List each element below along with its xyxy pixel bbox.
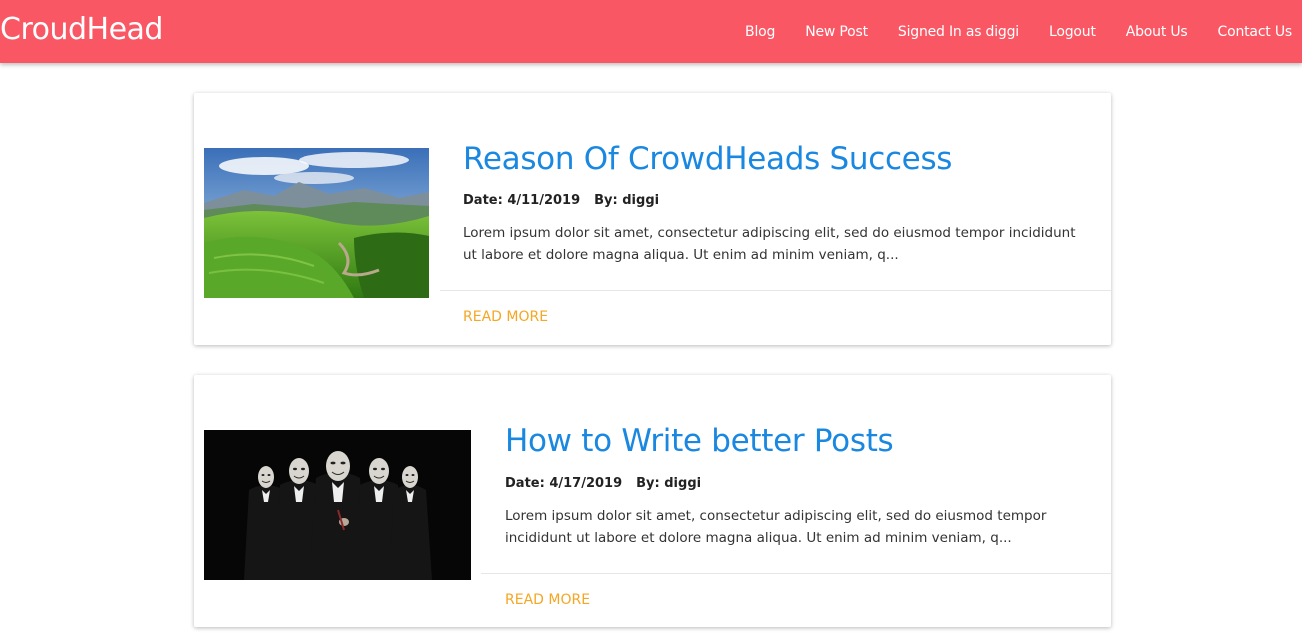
post-meta: Date: 4/11/2019 By: diggi [463, 193, 659, 208]
card-divider [481, 573, 1111, 574]
nav-item-contact-us[interactable]: Contact Us [1218, 24, 1293, 40]
read-more-link[interactable]: READ MORE [505, 592, 590, 608]
nav-item-new-post[interactable]: New Post [805, 24, 868, 40]
post-card: How to Write better Posts Date: 4/17/201… [194, 375, 1111, 627]
post-author: By: diggi [594, 193, 660, 208]
post-thumbnail-landscape[interactable] [204, 148, 429, 298]
landscape-image [204, 148, 429, 298]
top-navbar: CroudHead Blog New Post Signed In as dig… [0, 0, 1302, 63]
post-title[interactable]: How to Write better Posts [505, 421, 894, 461]
masked-figures-image [204, 430, 471, 580]
nav-item-signed-in[interactable]: Signed In as diggi [898, 24, 1019, 40]
post-thumbnail-masks[interactable] [204, 430, 471, 580]
post-excerpt: Lorem ipsum dolor sit amet, consectetur … [463, 225, 1076, 263]
card-divider [440, 290, 1111, 291]
post-date: Date: 4/17/2019 [505, 476, 623, 491]
nav-links: Blog New Post Signed In as diggi Logout … [715, 0, 1302, 63]
post-excerpt: Lorem ipsum dolor sit amet, consectetur … [505, 508, 1047, 546]
brand-logo[interactable]: CroudHead [0, 13, 163, 47]
post-meta: Date: 4/17/2019 By: diggi [505, 476, 701, 491]
read-more-link[interactable]: READ MORE [463, 309, 548, 325]
nav-item-logout[interactable]: Logout [1049, 24, 1096, 40]
post-author: By: diggi [636, 476, 702, 491]
post-title[interactable]: Reason Of CrowdHeads Success [463, 139, 952, 179]
post-card: Reason Of CrowdHeads Success Date: 4/11/… [194, 93, 1111, 345]
nav-item-blog[interactable]: Blog [745, 24, 775, 40]
nav-item-about-us[interactable]: About Us [1126, 24, 1188, 40]
post-date: Date: 4/11/2019 [463, 193, 581, 208]
